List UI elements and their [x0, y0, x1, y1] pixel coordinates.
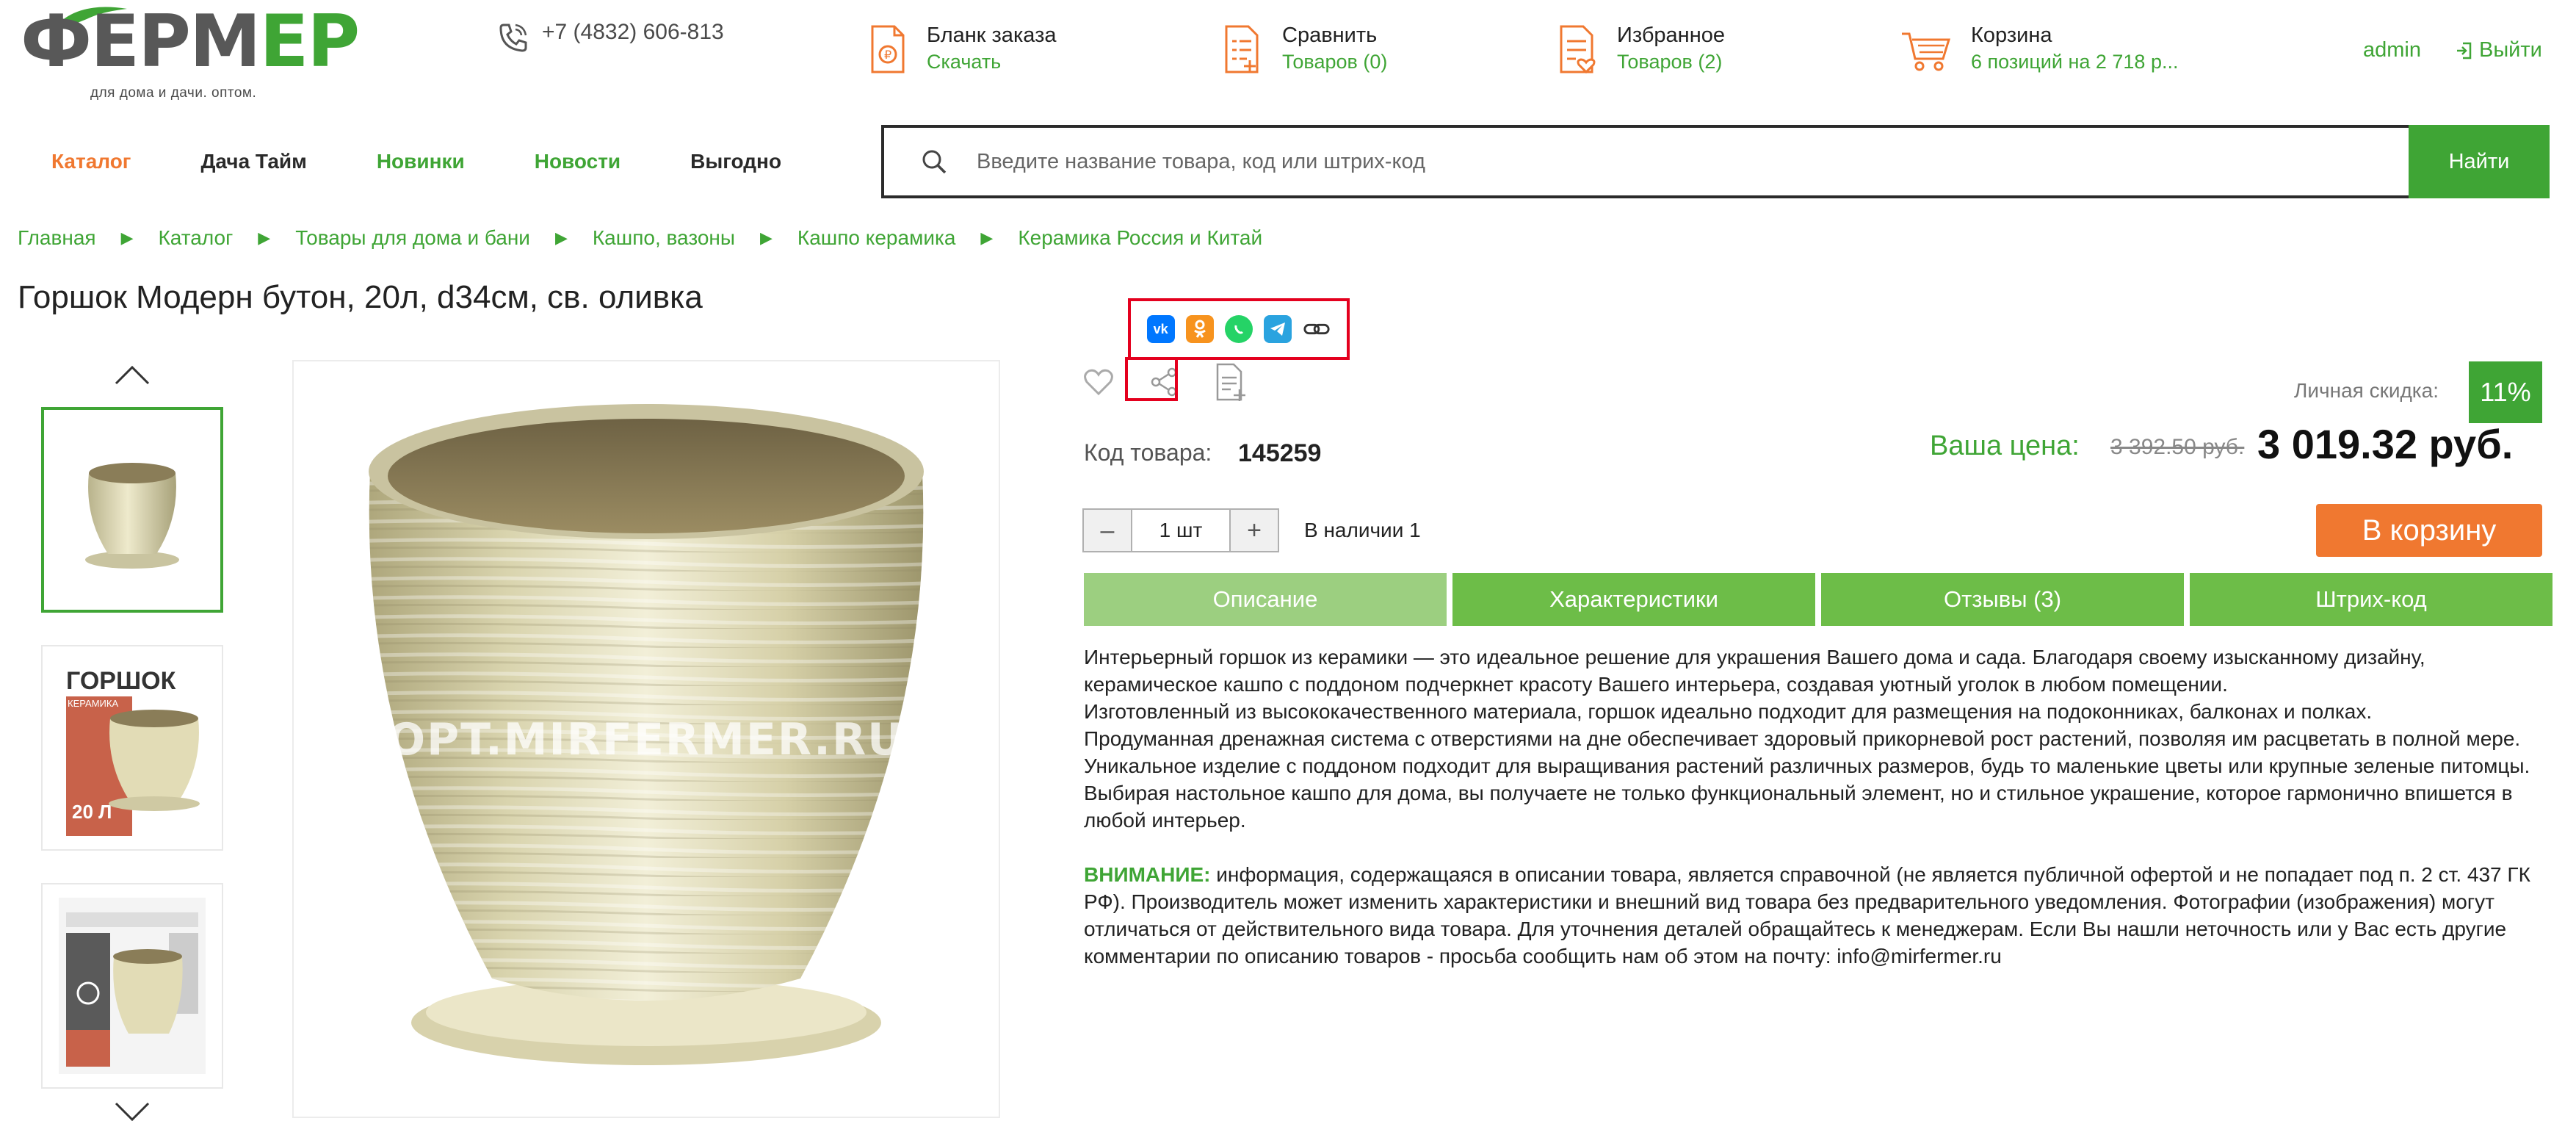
breadcrumb-separator-icon: ▶	[258, 228, 271, 247]
order-form-title: Бланк заказа	[927, 24, 1057, 47]
nav-dacha-time[interactable]: Дача Тайм	[200, 150, 306, 173]
logo-wordmark: ФЕРМЕР	[21, 0, 360, 84]
favorites-title: Избранное	[1617, 24, 1725, 47]
site-logo[interactable]: ФЕРМЕР для дома и дачи. оптом.	[21, 6, 360, 101]
svg-text:₽: ₽	[884, 48, 891, 62]
favorites-link[interactable]: Избранное Товаров (2)	[1557, 22, 1725, 76]
pot-thumbnail-image	[85, 463, 179, 569]
description-paragraph: Интерьерный горшок из керамики — это иде…	[1084, 646, 2425, 696]
tab-barcode[interactable]: Штрих-код	[2190, 573, 2553, 626]
description-paragraph: Выбирая настольное кашпо для дома, вы по…	[1084, 782, 2513, 832]
price-label: Ваша цена:	[1930, 430, 2080, 461]
tab-characteristics[interactable]: Характеристики	[1452, 573, 1815, 626]
whatsapp-icon[interactable]	[1224, 315, 1253, 343]
logout-icon	[2457, 42, 2472, 59]
product-tabs: Описание Характеристики Отзывы (3) Штрих…	[1084, 573, 2553, 626]
svg-text:20 Л: 20 Л	[72, 801, 112, 823]
product-title: Горшок Модерн бутон, 20л, d34см, св. оли…	[18, 279, 703, 315]
compare-link[interactable]: Сравнить Товаров (0)	[1222, 22, 1387, 76]
breadcrumb: Главная ▶ Каталог ▶ Товары для дома и ба…	[18, 226, 1262, 250]
compare-title: Сравнить	[1282, 24, 1378, 47]
thumbnail-1[interactable]	[41, 407, 223, 613]
cart-summary: 6 позиций на 2 718 р...	[1971, 51, 2179, 73]
order-form-link[interactable]: ₽ Бланк заказа Скачать	[866, 22, 1057, 76]
tab-description[interactable]: Описание	[1084, 573, 1447, 626]
search-input[interactable]	[977, 149, 2298, 174]
nav-deals[interactable]: Выгодно	[690, 150, 781, 173]
tab-reviews[interactable]: Отзывы (3)	[1821, 573, 2184, 626]
copy-link-icon[interactable]	[1303, 315, 1331, 343]
breadcrumb-ceramics-russia-china[interactable]: Керамика Россия и Китай	[1018, 226, 1262, 250]
cart-link[interactable]: Корзина 6 позиций на 2 718 р...	[1900, 22, 2178, 76]
share-icon-highlight	[1125, 357, 1178, 401]
product-main-image[interactable]: OPT.MIRFERMER.RU	[292, 360, 1000, 1118]
thumbnail-2[interactable]: ГОРШОК КЕРАМИКА 20 Л	[41, 645, 223, 851]
nav-new-items[interactable]: Новинки	[377, 150, 465, 173]
stock-status: В наличии 1	[1304, 519, 1421, 541]
admin-account-link[interactable]: admin	[2363, 38, 2421, 62]
discount-label: Личная скидка:	[2294, 379, 2439, 402]
phone-number: +7 (4832) 606-813	[542, 20, 724, 44]
nav-news[interactable]: Новости	[535, 150, 621, 173]
telegram-icon[interactable]	[1264, 315, 1292, 343]
compare-count: Товаров (0)	[1282, 51, 1388, 73]
compare-icon	[1225, 25, 1259, 73]
logout-label: Выйти	[2479, 38, 2542, 62]
favorites-icon	[1560, 25, 1596, 74]
quantity-increase-button[interactable]: +	[1229, 508, 1279, 552]
image-watermark: OPT.MIRFERMER.RU	[388, 714, 905, 765]
search-icon	[922, 150, 947, 174]
product-code-label: Код товара:	[1084, 439, 1212, 466]
cart-icon	[1902, 32, 1951, 71]
search-button[interactable]: Найти	[2409, 125, 2550, 198]
product-code-value: 145259	[1238, 439, 1322, 467]
breadcrumb-ceramic-pots[interactable]: Кашпо керамика	[797, 226, 955, 250]
breadcrumb-home[interactable]: Главная	[18, 226, 96, 250]
search-bar	[881, 125, 2410, 198]
main-nav: Каталог Дача Тайм Новинки Новости Выгодн…	[51, 147, 851, 176]
thumbnail-3[interactable]	[41, 883, 223, 1089]
logout-link[interactable]: Выйти	[2456, 38, 2542, 62]
svg-text:КЕРАМИКА: КЕРАМИКА	[68, 698, 118, 709]
add-to-cart-button[interactable]: В корзину	[2316, 504, 2542, 557]
favorites-count: Товаров (2)	[1617, 51, 1723, 73]
breadcrumb-separator-icon: ▶	[980, 228, 994, 247]
breadcrumb-separator-icon: ▶	[760, 228, 773, 247]
phone-contact[interactable]: +7 (4832) 606-813	[496, 20, 724, 54]
nav-catalog[interactable]: Каталог	[51, 150, 131, 173]
product-description: Интерьерный горшок из керамики — это иде…	[1084, 644, 2553, 970]
quantity-input[interactable]	[1132, 508, 1229, 552]
breadcrumb-separator-icon: ▶	[554, 228, 568, 247]
odnoklassniki-icon[interactable]	[1185, 315, 1214, 343]
vk-icon[interactable]: vk	[1146, 315, 1175, 343]
pot-promo-thumbnail-image: ГОРШОК КЕРАМИКА 20 Л	[59, 660, 206, 836]
svg-text:ГОРШОК: ГОРШОК	[66, 667, 176, 695]
disclaimer-text: информация, содержащаяся в описании това…	[1084, 863, 2530, 967]
thumb-scroll-down-icon[interactable]	[110, 1096, 154, 1125]
old-price: 3 392.50 руб.	[2110, 435, 2245, 459]
heart-icon[interactable]	[1082, 367, 1115, 397]
share-panel: vk	[1128, 298, 1350, 360]
breadcrumb-home-goods[interactable]: Товары для дома и бани	[295, 226, 530, 250]
order-form-icon: ₽	[871, 25, 905, 73]
vk-icon-text: vk	[1153, 321, 1168, 336]
cart-title: Корзина	[1971, 24, 2052, 47]
order-form-download[interactable]: Скачать	[927, 48, 1057, 75]
thumb-scroll-up-icon[interactable]	[110, 360, 154, 389]
breadcrumb-catalog[interactable]: Каталог	[159, 226, 234, 250]
compare-add-icon[interactable]	[1215, 361, 1247, 403]
breadcrumb-pots[interactable]: Кашпо, вазоны	[593, 226, 735, 250]
breadcrumb-separator-icon: ▶	[120, 228, 134, 247]
logo-tagline: для дома и дачи. оптом.	[90, 85, 257, 101]
quantity-stepper: – +	[1082, 508, 1279, 552]
quantity-decrease-button[interactable]: –	[1082, 508, 1132, 552]
pot-specs-thumbnail-image	[59, 898, 206, 1074]
current-price: 3 019.32 руб.	[2257, 421, 2514, 467]
description-paragraph: Продуманная дренажная система с отверсти…	[1084, 727, 2530, 777]
description-paragraph: Изготовленный из высококачественного мат…	[1084, 700, 2373, 723]
disclaimer: ВНИМАНИЕ: информация, содержащаяся в опи…	[1084, 861, 2553, 970]
discount-badge: 11%	[2469, 361, 2542, 423]
disclaimer-label: ВНИМАНИЕ:	[1084, 863, 1211, 886]
phone-icon	[499, 24, 527, 52]
